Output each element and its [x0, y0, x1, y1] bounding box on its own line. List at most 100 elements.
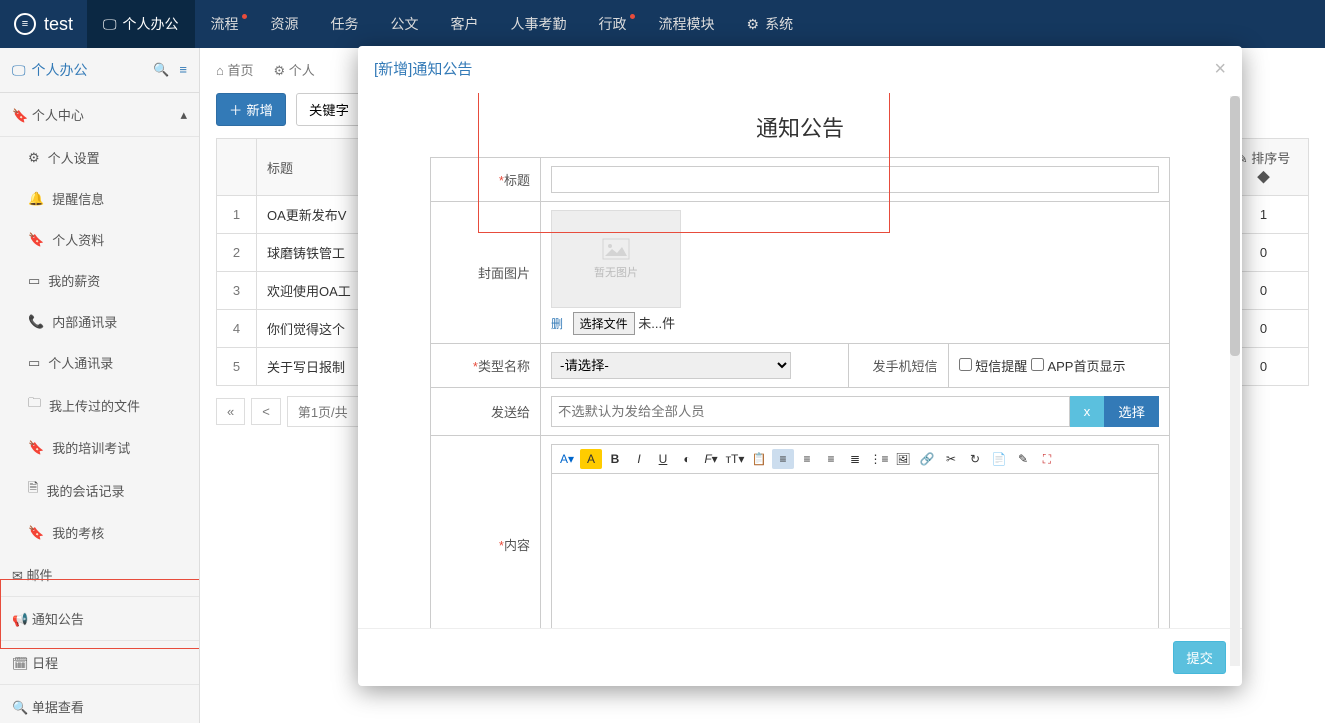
- sidebar-group-personal[interactable]: 🔖 个人中心 ▴: [0, 93, 199, 137]
- nav-workflow[interactable]: 流程: [195, 0, 255, 48]
- form-table: *标题 封面图片 暂无图片 删 选择文件 未...件: [430, 157, 1170, 628]
- fullscreen-icon[interactable]: ⛶: [1036, 449, 1058, 469]
- file-icon: 🗎: [28, 479, 38, 501]
- underline-icon[interactable]: U: [652, 449, 674, 469]
- home-icon: ⌂: [216, 63, 224, 78]
- sidebar-item-internal-contacts[interactable]: 📞内部通讯录: [0, 301, 199, 342]
- choose-file-button[interactable]: 选择文件: [573, 312, 635, 335]
- sendto-input[interactable]: [551, 396, 1070, 427]
- label-content: *内容: [431, 436, 541, 629]
- pager-prev[interactable]: <: [251, 398, 281, 425]
- sidebar-group-records[interactable]: 🔍 单据查看: [0, 685, 199, 723]
- nav-admin[interactable]: 行政: [583, 0, 643, 48]
- title-input[interactable]: [551, 166, 1159, 193]
- pager-first[interactable]: «: [216, 398, 245, 425]
- editor-textarea[interactable]: [551, 474, 1159, 628]
- align-left-icon[interactable]: ≡: [772, 449, 794, 469]
- sidebar-item-profile[interactable]: 🔖个人资料: [0, 219, 199, 260]
- scrollbar[interactable]: [1230, 96, 1240, 666]
- font-color-icon[interactable]: A▾: [556, 449, 578, 469]
- choose-button[interactable]: 选择: [1104, 396, 1159, 427]
- bookmark-icon: 🔖: [28, 525, 44, 541]
- list-ol-icon[interactable]: ≣: [844, 449, 866, 469]
- sidebar-item-salary[interactable]: ▭我的薪资: [0, 260, 199, 301]
- brand-icon: ≡: [14, 13, 36, 35]
- sidebar-item-reminder[interactable]: 🔔提醒信息: [0, 178, 199, 219]
- type-select[interactable]: -请选择-: [551, 352, 791, 379]
- gear-icon: ⚙: [747, 16, 760, 33]
- align-right-icon[interactable]: ≡: [820, 449, 842, 469]
- keyword-button[interactable]: 关键字: [296, 93, 362, 126]
- modal-body: 通知公告 *标题 封面图片 暂无图片 删 选择文件 未...件: [358, 93, 1242, 628]
- modal-heading: 通知公告: [370, 93, 1230, 157]
- mail-icon: ✉: [12, 568, 23, 583]
- nav-resource[interactable]: 资源: [255, 0, 315, 48]
- clear-button[interactable]: x: [1070, 396, 1105, 427]
- bookmark-icon: 🔖: [12, 108, 28, 123]
- sidebar-item-settings[interactable]: ⚙个人设置: [0, 137, 199, 178]
- editor-toolbar: A▾ A B I U ◐ F▾ тT▾ 📋 ≡ ≡ ≡ ≣ ⋮≡: [551, 444, 1159, 474]
- copy-icon[interactable]: 📄: [988, 449, 1010, 469]
- source-icon[interactable]: ✎: [1012, 449, 1034, 469]
- font-family-icon[interactable]: F▾: [700, 449, 722, 469]
- modal-header: [新增]通知公告 ×: [358, 46, 1242, 93]
- submit-button[interactable]: 提交: [1173, 641, 1226, 674]
- align-center-icon[interactable]: ≡: [796, 449, 818, 469]
- sms-checkbox[interactable]: [959, 358, 972, 371]
- label-sendto: 发送给: [431, 388, 541, 436]
- nav-system[interactable]: ⚙系统: [731, 0, 810, 48]
- image-placeholder: 暂无图片: [551, 210, 681, 308]
- monitor-icon: 🖵: [12, 62, 26, 79]
- file-status: 未...件: [638, 316, 675, 331]
- card-icon: ▭: [28, 273, 40, 289]
- breadcrumb-page[interactable]: ⚙ 个人: [274, 60, 315, 79]
- paste-icon[interactable]: 📋: [748, 449, 770, 469]
- col-num: [217, 139, 257, 196]
- sidebar-item-chatlog[interactable]: 🗎我的会话记录: [0, 468, 199, 512]
- font-size-icon[interactable]: тT▾: [724, 449, 746, 469]
- sidebar-item-personal-contacts[interactable]: ▭个人通讯录: [0, 342, 199, 383]
- nav-personal-office[interactable]: 🖵 个人办公: [87, 0, 195, 48]
- image-icon: [602, 238, 630, 260]
- redo-icon[interactable]: ↻: [964, 449, 986, 469]
- close-icon[interactable]: ×: [1214, 58, 1226, 81]
- label-sms: 发手机短信: [848, 344, 948, 388]
- image-icon[interactable]: 🖼: [892, 449, 914, 469]
- highlight-icon[interactable]: A: [580, 449, 602, 469]
- search-icon[interactable]: 🔍: [153, 62, 169, 78]
- app-checkbox-label[interactable]: APP首页显示: [1031, 359, 1126, 374]
- nav-document[interactable]: 公文: [375, 0, 435, 48]
- folder-icon: 🗀: [28, 394, 41, 416]
- dot-icon: [630, 14, 635, 19]
- sms-checkbox-label[interactable]: 短信提醒: [959, 359, 1028, 374]
- nav-flowmod[interactable]: 流程模块: [643, 0, 731, 48]
- list-ul-icon[interactable]: ⋮≡: [868, 449, 890, 469]
- monitor-icon: 🖵: [103, 16, 117, 33]
- delete-link[interactable]: 删: [551, 317, 563, 331]
- calendar-icon: 🗓: [12, 656, 29, 671]
- eraser-icon[interactable]: ◐: [676, 449, 698, 469]
- italic-icon[interactable]: I: [628, 449, 650, 469]
- bell-icon: 🔔: [28, 191, 44, 207]
- link-icon[interactable]: 🔗: [916, 449, 938, 469]
- sidebar-group-mail[interactable]: ✉ 邮件: [0, 553, 199, 597]
- modal-title: [新增]通知公告: [374, 58, 472, 81]
- nav-hr[interactable]: 人事考勤: [495, 0, 583, 48]
- bold-icon[interactable]: B: [604, 449, 626, 469]
- breadcrumb-home[interactable]: ⌂ 首页: [216, 60, 254, 79]
- sidebar-item-uploads[interactable]: 🗀我上传过的文件: [0, 383, 199, 427]
- add-button[interactable]: ＋新增: [216, 93, 286, 126]
- sidebar-group-notice[interactable]: 📢 通知公告: [0, 597, 199, 641]
- app-checkbox[interactable]: [1031, 358, 1044, 371]
- nav-task[interactable]: 任务: [315, 0, 375, 48]
- top-navbar: ≡ test 🖵 个人办公 流程 资源 任务 公文 客户 人事考勤 行政 流程模…: [0, 0, 1325, 48]
- brand-text: test: [44, 14, 73, 35]
- sidebar-item-training[interactable]: 🔖我的培训考试: [0, 427, 199, 468]
- sidebar-item-review[interactable]: 🔖我的考核: [0, 512, 199, 553]
- unlink-icon[interactable]: ✂: [940, 449, 962, 469]
- nav-customer[interactable]: 客户: [435, 0, 495, 48]
- brand[interactable]: ≡ test: [0, 13, 87, 35]
- dot-icon: [242, 14, 247, 19]
- menu-icon[interactable]: ≡: [179, 62, 187, 78]
- sidebar-group-calendar[interactable]: 🗓 日程: [0, 641, 199, 685]
